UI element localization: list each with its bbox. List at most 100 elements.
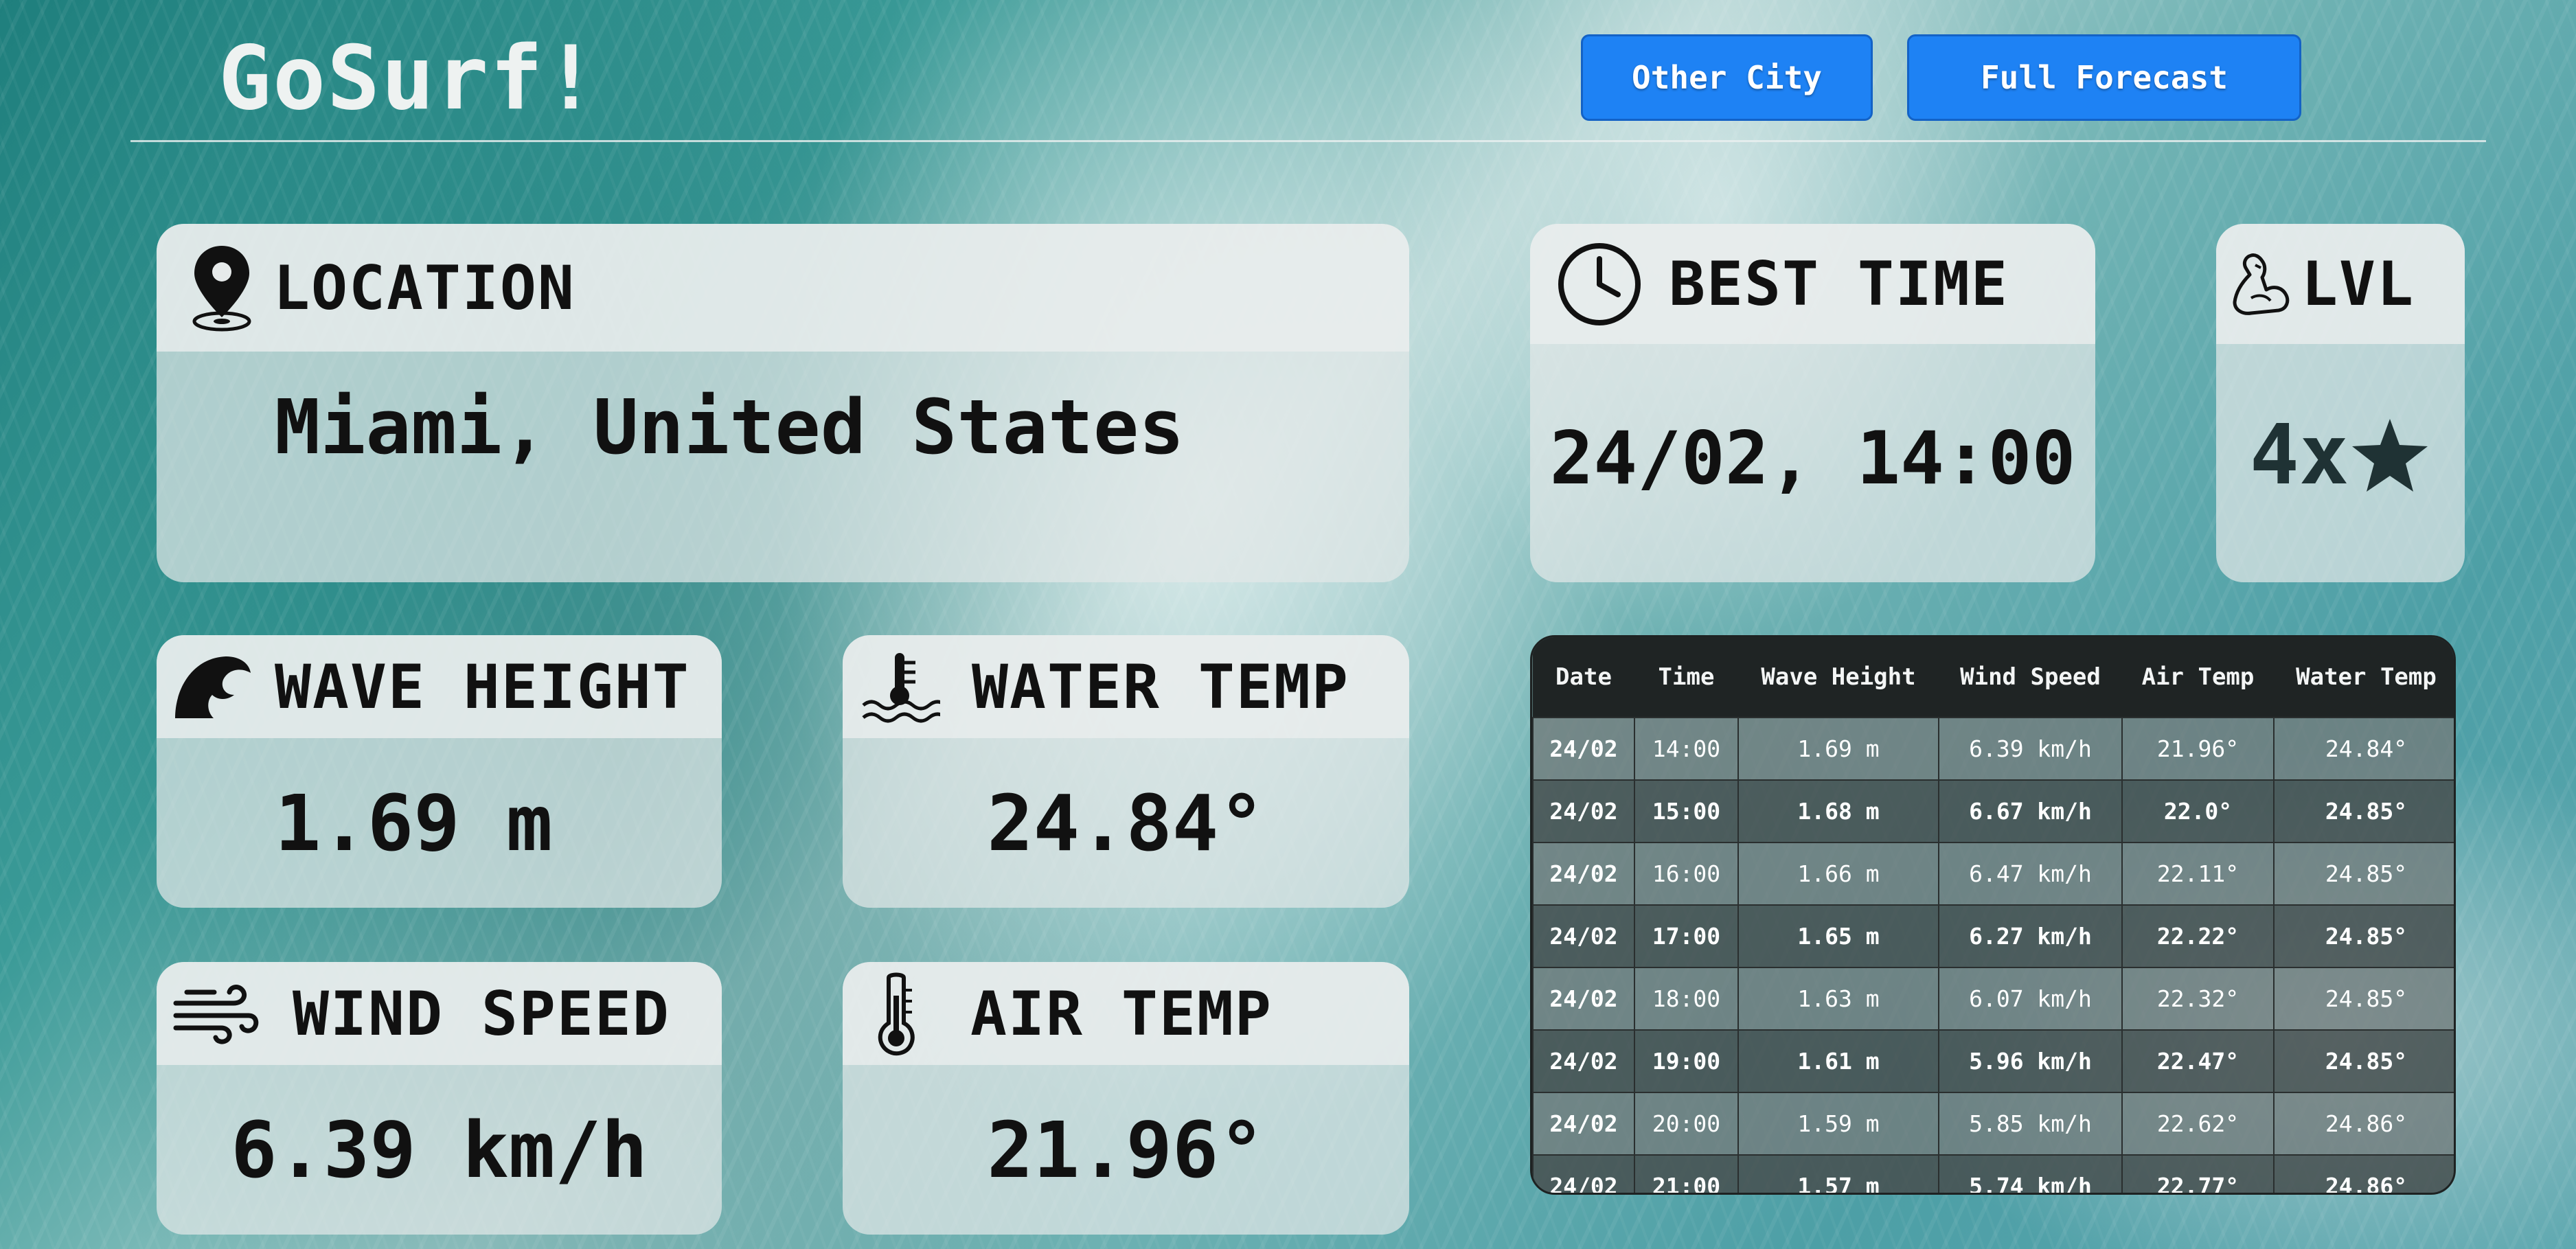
location-card-header: LOCATION: [157, 224, 1409, 352]
table-cell: 22.32°: [2121, 967, 2275, 1031]
table-cell: 24.85°: [2273, 779, 2454, 843]
app-logo: GoSurf!: [218, 27, 599, 130]
best-time-card-title: BEST TIME: [1669, 249, 2009, 319]
air-temp-card-header: AIR TEMP: [843, 962, 1409, 1065]
column-header: Wind Speed: [1939, 637, 2122, 718]
table-cell: 16:00: [1634, 842, 1739, 906]
table-row: 24/02 16:00 1.66 m 6.47 km/h 22.11° 24.85°: [1532, 842, 2454, 906]
table-cell: 15:00: [1634, 779, 1739, 843]
location-value: Miami, United States: [275, 383, 1185, 471]
table-cell: 1.66 m: [1737, 842, 1939, 906]
table-row: 24/02 17:00 1.65 m 6.27 km/h 22.22° 24.85°: [1532, 904, 2454, 968]
table-cell: 1.59 m: [1737, 1092, 1939, 1156]
table-cell: 6.39 km/h: [1938, 717, 2123, 781]
table-cell: 1.69 m: [1737, 717, 1939, 781]
wind-icon: [172, 979, 261, 1048]
wind-speed-value: 6.39 km/h: [231, 1106, 648, 1195]
water-thermometer-icon: [859, 649, 942, 724]
table-cell: 6.67 km/h: [1938, 779, 2123, 843]
location-card: LOCATION Miami, United States: [157, 224, 1409, 582]
table-cell: 5.74 km/h: [1938, 1154, 2123, 1193]
table-row: 24/02 18:00 1.63 m 6.07 km/h 22.32° 24.85°: [1532, 967, 2454, 1031]
table-cell: 21:00: [1634, 1154, 1739, 1193]
table-cell: 1.63 m: [1737, 967, 1939, 1031]
table-cell: 22.22°: [2121, 904, 2275, 968]
water-temp-card: WATER TEMP 24.84°: [843, 635, 1409, 908]
table-cell: 5.85 km/h: [1938, 1092, 2123, 1156]
table-cell: 24/02: [1532, 1029, 1635, 1093]
table-cell: 1.65 m: [1737, 904, 1939, 968]
wave-height-value: 1.69 m: [275, 779, 553, 869]
best-time-card: BEST TIME 24/02, 14:00: [1530, 224, 2095, 582]
column-header: Wave Height: [1738, 637, 1939, 718]
other-city-button[interactable]: Other City: [1581, 34, 1873, 121]
air-temp-value: 21.96°: [987, 1106, 1265, 1195]
table-cell: 22.0°: [2121, 779, 2275, 843]
header-divider: [130, 140, 2486, 142]
table-cell: 24/02: [1532, 779, 1635, 843]
table-header-row: Date Time Wave Height Wind Speed Air Tem…: [1533, 637, 2454, 718]
forecast-table: Date Time Wave Height Wind Speed Air Tem…: [1530, 635, 2456, 1195]
full-forecast-button[interactable]: Full Forecast: [1907, 34, 2301, 121]
level-card: LVL 4x: [2216, 224, 2465, 582]
level-card-title: LVL: [2301, 249, 2415, 319]
table-cell: 20:00: [1634, 1092, 1739, 1156]
table-cell: 24/02: [1532, 717, 1635, 781]
water-temp-value: 24.84°: [987, 779, 1265, 869]
table-row: 24/02 19:00 1.61 m 5.96 km/h 22.47° 24.85°: [1532, 1029, 2454, 1093]
water-temp-card-header: WATER TEMP: [843, 635, 1409, 738]
table-cell: 19:00: [1634, 1029, 1739, 1093]
wind-speed-card: WIND SPEED 6.39 km/h: [157, 962, 722, 1235]
table-cell: 24.85°: [2273, 1029, 2454, 1093]
table-cell: 21.96°: [2121, 717, 2275, 781]
wave-height-card-header: WAVE HEIGHT: [157, 635, 722, 738]
flexed-bicep-icon: [2230, 247, 2292, 322]
table-cell: 18:00: [1634, 967, 1739, 1031]
wind-speed-card-header: WIND SPEED: [157, 962, 722, 1065]
table-cell: 17:00: [1634, 904, 1739, 968]
best-time-value: 24/02, 14:00: [1549, 416, 2076, 501]
table-cell: 22.77°: [2121, 1154, 2275, 1193]
table-cell: 24.86°: [2273, 1154, 2454, 1193]
air-temp-card-title: AIR TEMP: [970, 978, 1273, 1049]
best-time-card-header: BEST TIME: [1530, 224, 2095, 344]
table-row: 24/02 21:00 1.57 m 5.74 km/h 22.77° 24.86°: [1532, 1154, 2454, 1193]
level-value-row: 4x: [2216, 408, 2465, 503]
table-cell: 24/02: [1532, 842, 1635, 906]
table-cell: 22.62°: [2121, 1092, 2275, 1156]
column-header: Date: [1533, 637, 1634, 718]
table-row: 24/02 15:00 1.68 m 6.67 km/h 22.0° 24.85°: [1532, 779, 2454, 843]
table-cell: 6.07 km/h: [1938, 967, 2123, 1031]
table-cell: 14:00: [1634, 717, 1739, 781]
table-cell: 6.27 km/h: [1938, 904, 2123, 968]
table-cell: 24/02: [1532, 1092, 1635, 1156]
wind-speed-card-title: WIND SPEED: [293, 978, 670, 1049]
map-pin-icon: [184, 240, 260, 336]
table-cell: 24.85°: [2273, 967, 2454, 1031]
table-cell: 24.85°: [2273, 842, 2454, 906]
water-temp-card-title: WATER TEMP: [972, 651, 1349, 722]
table-cell: 24/02: [1532, 967, 1635, 1031]
level-card-header: LVL: [2216, 224, 2465, 344]
table-cell: 22.11°: [2121, 842, 2275, 906]
table-cell: 1.61 m: [1737, 1029, 1939, 1093]
table-row: 24/02 20:00 1.59 m 5.85 km/h 22.62° 24.86°: [1532, 1092, 2454, 1156]
column-header: Time: [1634, 637, 1738, 718]
wave-icon: [172, 649, 254, 724]
clock-icon: [1555, 240, 1644, 329]
table-cell: 24/02: [1532, 904, 1635, 968]
thermometer-icon: [869, 971, 924, 1056]
table-cell: 1.68 m: [1737, 779, 1939, 843]
table-cell: 24.84°: [2273, 717, 2454, 781]
table-cell: 6.47 km/h: [1938, 842, 2123, 906]
wave-height-card: WAVE HEIGHT 1.69 m: [157, 635, 722, 908]
table-cell: 22.47°: [2121, 1029, 2275, 1093]
location-card-title: LOCATION: [273, 252, 575, 323]
air-temp-card: AIR TEMP 21.96°: [843, 962, 1409, 1235]
table-cell: 5.96 km/h: [1938, 1029, 2123, 1093]
column-header: Air Temp: [2122, 637, 2274, 718]
table-cell: 24.86°: [2273, 1092, 2454, 1156]
table-cell: 24/02: [1532, 1154, 1635, 1193]
table-body: 24/02 14:00 1.69 m 6.39 km/h 21.96° 24.84° 24/…: [1532, 717, 2454, 1193]
wave-height-card-title: WAVE HEIGHT: [275, 651, 690, 722]
